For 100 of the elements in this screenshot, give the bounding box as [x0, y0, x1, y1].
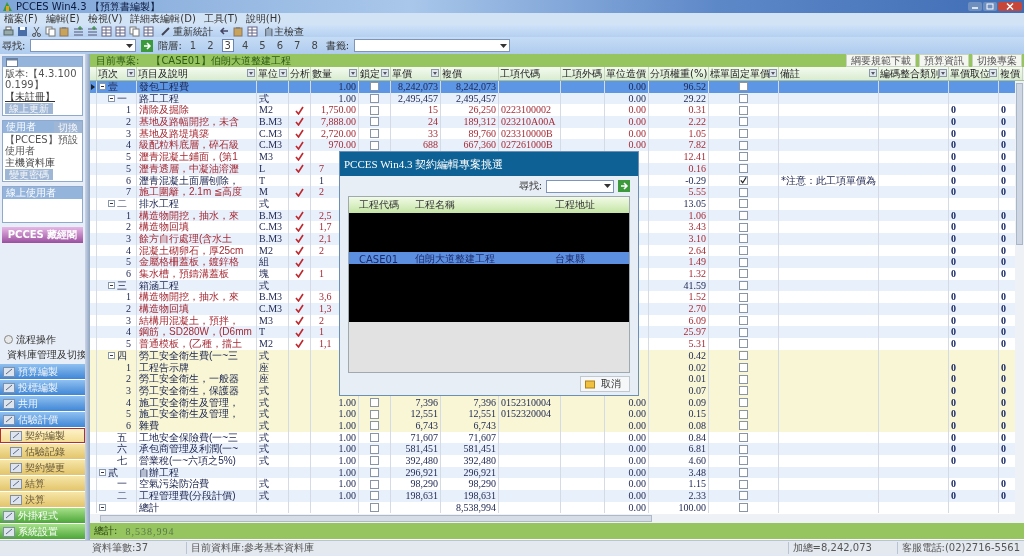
- table-cell: 座: [257, 373, 289, 385]
- table-cell: L: [257, 162, 289, 175]
- item-number: 壹: [108, 81, 118, 93]
- table-cell: 0.00: [605, 116, 649, 128]
- item-number: 1: [126, 209, 131, 222]
- table-cell: 雜費: [137, 419, 257, 432]
- table-cell: 5.55: [649, 186, 709, 198]
- status-text: 加總=8,242,073: [787, 542, 897, 554]
- table-cell: B.M3: [257, 116, 289, 128]
- table-cell: 式: [257, 349, 289, 362]
- table-cell: 5.31: [649, 338, 709, 350]
- table-cell: 0.08: [649, 419, 709, 432]
- status-text: 目前資料庫:參考基本資料庫: [186, 542, 695, 554]
- table-cell: 式: [257, 490, 289, 502]
- item-number: 5: [126, 151, 131, 163]
- table-cell: 瀝青透層，中凝油溶瀝: [137, 162, 257, 175]
- table-cell: 集水槽，預鑄溝蓋板: [137, 268, 257, 280]
- level-label: 階層:: [158, 38, 182, 53]
- bookmark-label: 書籤:: [325, 38, 350, 53]
- item-number: 4: [126, 244, 131, 257]
- table-cell: 3.10: [649, 232, 709, 245]
- table-cell: 4.60: [649, 455, 709, 467]
- item-number: 四: [117, 349, 127, 362]
- table-cell: 0: [949, 490, 999, 502]
- item-number: 貳: [108, 466, 118, 479]
- table-cell: 發包工程費: [137, 81, 257, 93]
- table-cell: 0.00: [605, 81, 649, 93]
- table-cell: 1.00: [311, 408, 359, 420]
- table-cell: 0: [949, 419, 999, 432]
- total-label: 總計:: [94, 524, 118, 538]
- table-cell: 工程管理費(分段計價): [137, 490, 257, 502]
- table-cell: 198,631: [441, 490, 499, 502]
- table-cell-text: 伯朗大道整建工程: [414, 252, 496, 266]
- item-number: 六: [117, 443, 127, 455]
- table-cell: 023210A00A: [499, 116, 561, 128]
- item-number: 4: [126, 139, 131, 152]
- table-cell: 0.00: [605, 455, 649, 467]
- table-cell: 0: [949, 384, 999, 397]
- item-number: 1: [126, 291, 131, 304]
- table-cell: 0.16: [649, 162, 709, 175]
- table-cell: 0.07: [649, 384, 709, 397]
- table-cell: 2.22: [649, 116, 709, 128]
- item-number: 5: [126, 338, 131, 350]
- item-number: 5: [126, 162, 131, 175]
- item-number: 一: [117, 478, 127, 491]
- table-cell: 0: [949, 268, 999, 280]
- table-cell: 13.05: [649, 197, 709, 210]
- status-text: 資料筆數:37: [91, 542, 150, 554]
- table-cell: 392,480: [391, 455, 441, 467]
- item-number: 7: [126, 186, 131, 198]
- table-cell: 施工安全衛生及管理，: [137, 408, 257, 420]
- table-cell-text: 台東縣: [554, 252, 586, 266]
- table-cell: 1.00: [311, 455, 359, 467]
- dialog-title: PCCES Win4.3 契約編輯專案挑選: [340, 152, 638, 176]
- table-cell: 6,743: [391, 419, 441, 432]
- item-number: 5: [126, 256, 131, 268]
- table-cell: 基地及路幅開挖，未含: [137, 116, 257, 128]
- table-cell: 1.00: [311, 81, 359, 93]
- item-number: 三: [117, 279, 127, 292]
- table-cell: 1.32: [649, 268, 709, 280]
- panel-title: 線上使用者: [3, 187, 82, 199]
- panel-title: 使用者: [5, 121, 36, 133]
- item-number: 4: [126, 326, 131, 339]
- table-cell: 0.00: [605, 501, 649, 514]
- table-cell: 構造物回填: [137, 303, 257, 315]
- table-cell: 0: [949, 455, 999, 467]
- table-cell: 構造物回填: [137, 221, 257, 233]
- table-cell: 塊: [257, 268, 289, 280]
- table-cell: 式: [257, 197, 289, 210]
- table-cell: 8,242,073: [391, 81, 441, 93]
- table-cell: 瀝青混凝土鋪面，(第1: [137, 151, 257, 163]
- total-value: 8,538,994: [125, 525, 175, 537]
- table-cell: 營業稅(一~六項之5%): [137, 455, 257, 467]
- item-number: 一: [117, 92, 127, 105]
- table-cell: 1.00: [311, 419, 359, 432]
- table-cell: 0: [949, 151, 999, 163]
- table-cell: 0: [949, 408, 999, 420]
- item-number: 1: [126, 104, 131, 117]
- table-cell: 0.42: [649, 349, 709, 362]
- item-number: 4: [126, 396, 131, 409]
- table-cell: 12.41: [649, 151, 709, 163]
- table-cell: 7,888.00: [311, 116, 359, 128]
- item-number: 6: [126, 174, 131, 187]
- find-label: 尋找:: [2, 38, 26, 53]
- window-title: PCCES Win4.3 【預算書編製】: [16, 0, 160, 13]
- table-cell: 總計: [137, 501, 257, 514]
- item-number: 6: [126, 419, 131, 432]
- table-cell: 普通模板，(乙種，擋土: [137, 338, 257, 350]
- table-cell: 392,480: [441, 455, 499, 467]
- item-number: 3: [126, 314, 131, 327]
- table-cell: 勞工安全衛生，保護器: [137, 384, 257, 397]
- status-text: 客服電話:(02)2716-5561: [896, 542, 1024, 554]
- table-cell: 0: [949, 232, 999, 245]
- table-cell: 0.00: [605, 408, 649, 420]
- table-cell: 0152320004: [499, 408, 561, 420]
- table-cell: M: [257, 186, 289, 198]
- table-cell: 2.33: [649, 490, 709, 502]
- table-cell: 6,743: [441, 419, 499, 432]
- table-cell: 式: [257, 455, 289, 467]
- item-number: 3: [126, 232, 131, 245]
